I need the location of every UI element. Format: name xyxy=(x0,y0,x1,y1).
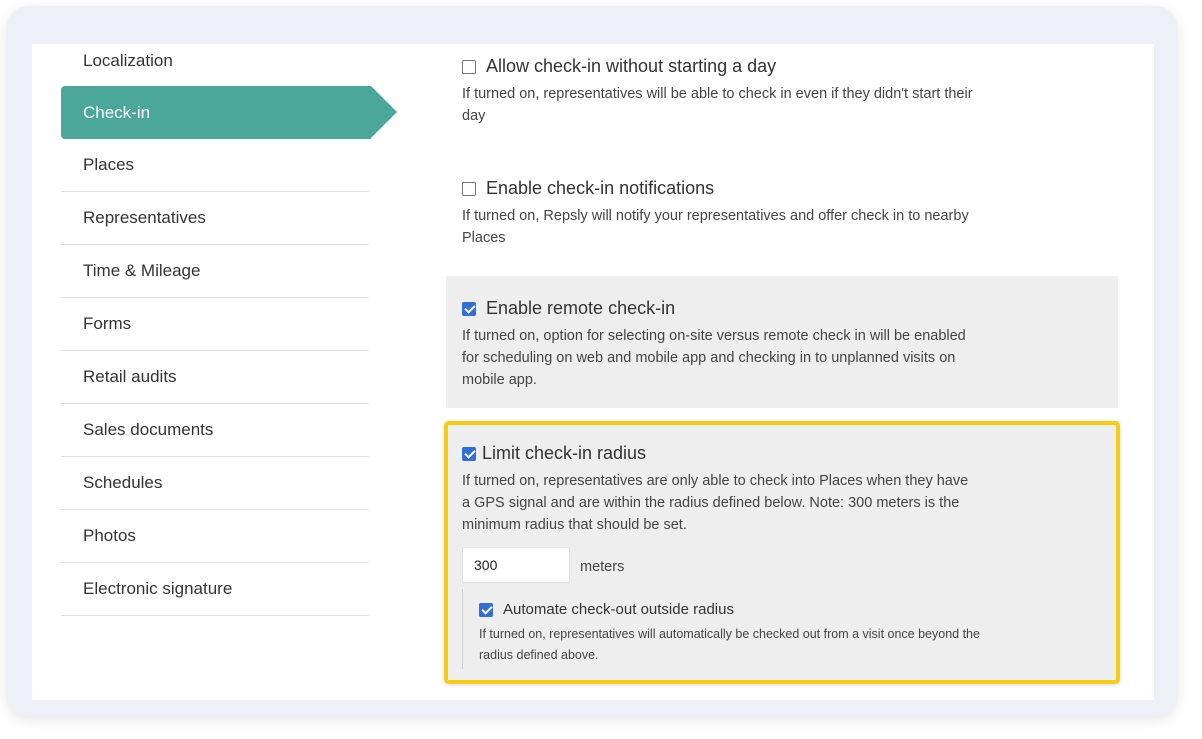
sidebar-item-label: Schedules xyxy=(83,473,163,492)
sidebar-item-label: Forms xyxy=(83,314,132,333)
sidebar-item-photos[interactable]: Photos xyxy=(61,510,369,563)
sidebar-item-schedules[interactable]: Schedules xyxy=(61,457,369,510)
limit-radius-checkbox[interactable] xyxy=(462,446,476,461)
sidebar-item-label: Localization xyxy=(83,50,173,70)
setting-allow-without-day: Allow check-in without starting a day If… xyxy=(446,56,1118,127)
allow-without-day-label: Allow check-in without starting a day xyxy=(486,56,777,76)
setting-auto-checkout: Automate check-out outside radius If tur… xyxy=(462,589,1022,669)
sidebar-item-label: Photos xyxy=(83,526,136,545)
sidebar-item-check-in[interactable]: Check-in xyxy=(61,86,397,139)
radius-input[interactable] xyxy=(462,547,570,583)
setting-limit-radius: Limit check-in radius If turned on, repr… xyxy=(462,443,977,536)
auto-checkout-label: Automate check-out outside radius xyxy=(503,601,734,618)
settings-panel: Localization Check-in Places Representat… xyxy=(32,44,1154,700)
remote-check-in-description: If turned on, option for selecting on-si… xyxy=(462,328,966,388)
auto-checkout-description: If turned on, representatives will autom… xyxy=(479,627,980,662)
sidebar-item-label: Retail audits xyxy=(83,367,177,386)
sidebar-item-places[interactable]: Places xyxy=(61,139,369,192)
setting-title: Enable check-in notifications xyxy=(462,178,1118,199)
radius-row: meters xyxy=(462,547,624,583)
sidebar-item-label: Places xyxy=(83,155,135,174)
sidebar-item-forms[interactable]: Forms xyxy=(61,298,369,351)
sidebar-item-sales-documents[interactable]: Sales documents xyxy=(61,404,369,457)
sidebar-item-localization[interactable]: Localization xyxy=(61,44,369,87)
remote-check-in-checkbox[interactable] xyxy=(462,301,476,316)
radius-unit-label: meters xyxy=(580,559,625,575)
sidebar-item-label: Sales documents xyxy=(83,420,214,439)
limit-radius-highlight: Limit check-in radius If turned on, repr… xyxy=(444,421,1120,684)
sidebar-item-label: Representatives xyxy=(83,208,206,227)
sidebar-item-label: Check-in xyxy=(83,102,151,122)
sidebar-item-electronic-signature[interactable]: Electronic signature xyxy=(61,563,369,616)
screenshot-frame: Localization Check-in Places Representat… xyxy=(6,6,1178,716)
settings-sidebar: Localization Check-in Places Representat… xyxy=(32,44,397,700)
setting-title: Allow check-in without starting a day xyxy=(462,56,1118,77)
notifications-label: Enable check-in notifications xyxy=(486,178,715,198)
setting-title: Enable remote check-in xyxy=(462,298,1118,319)
setting-title: Limit check-in radius xyxy=(462,443,977,464)
sidebar-item-representatives[interactable]: Representatives xyxy=(61,192,369,245)
auto-checkout-checkbox[interactable] xyxy=(479,602,493,617)
notifications-checkbox[interactable] xyxy=(462,181,476,196)
sidebar-item-retail-audits[interactable]: Retail audits xyxy=(61,351,369,404)
allow-without-day-checkbox[interactable] xyxy=(462,59,476,74)
setting-remote-check-in: Enable remote check-in If turned on, opt… xyxy=(446,276,1118,408)
sub-setting-title: Automate check-out outside radius xyxy=(479,601,1022,618)
limit-radius-label: Limit check-in radius xyxy=(482,443,647,463)
setting-notifications: Enable check-in notifications If turned … xyxy=(446,178,1118,249)
remote-check-in-label: Enable remote check-in xyxy=(486,298,676,318)
sidebar-item-label: Time & Mileage xyxy=(83,261,201,280)
allow-without-day-description: If turned on, representatives will be ab… xyxy=(462,86,973,124)
limit-radius-description: If turned on, representatives are only a… xyxy=(462,473,969,533)
notifications-description: If turned on, Repsly will notify your re… xyxy=(462,208,969,246)
sidebar-item-time-mileage[interactable]: Time & Mileage xyxy=(61,245,369,298)
sidebar-item-label: Electronic signature xyxy=(83,579,233,598)
